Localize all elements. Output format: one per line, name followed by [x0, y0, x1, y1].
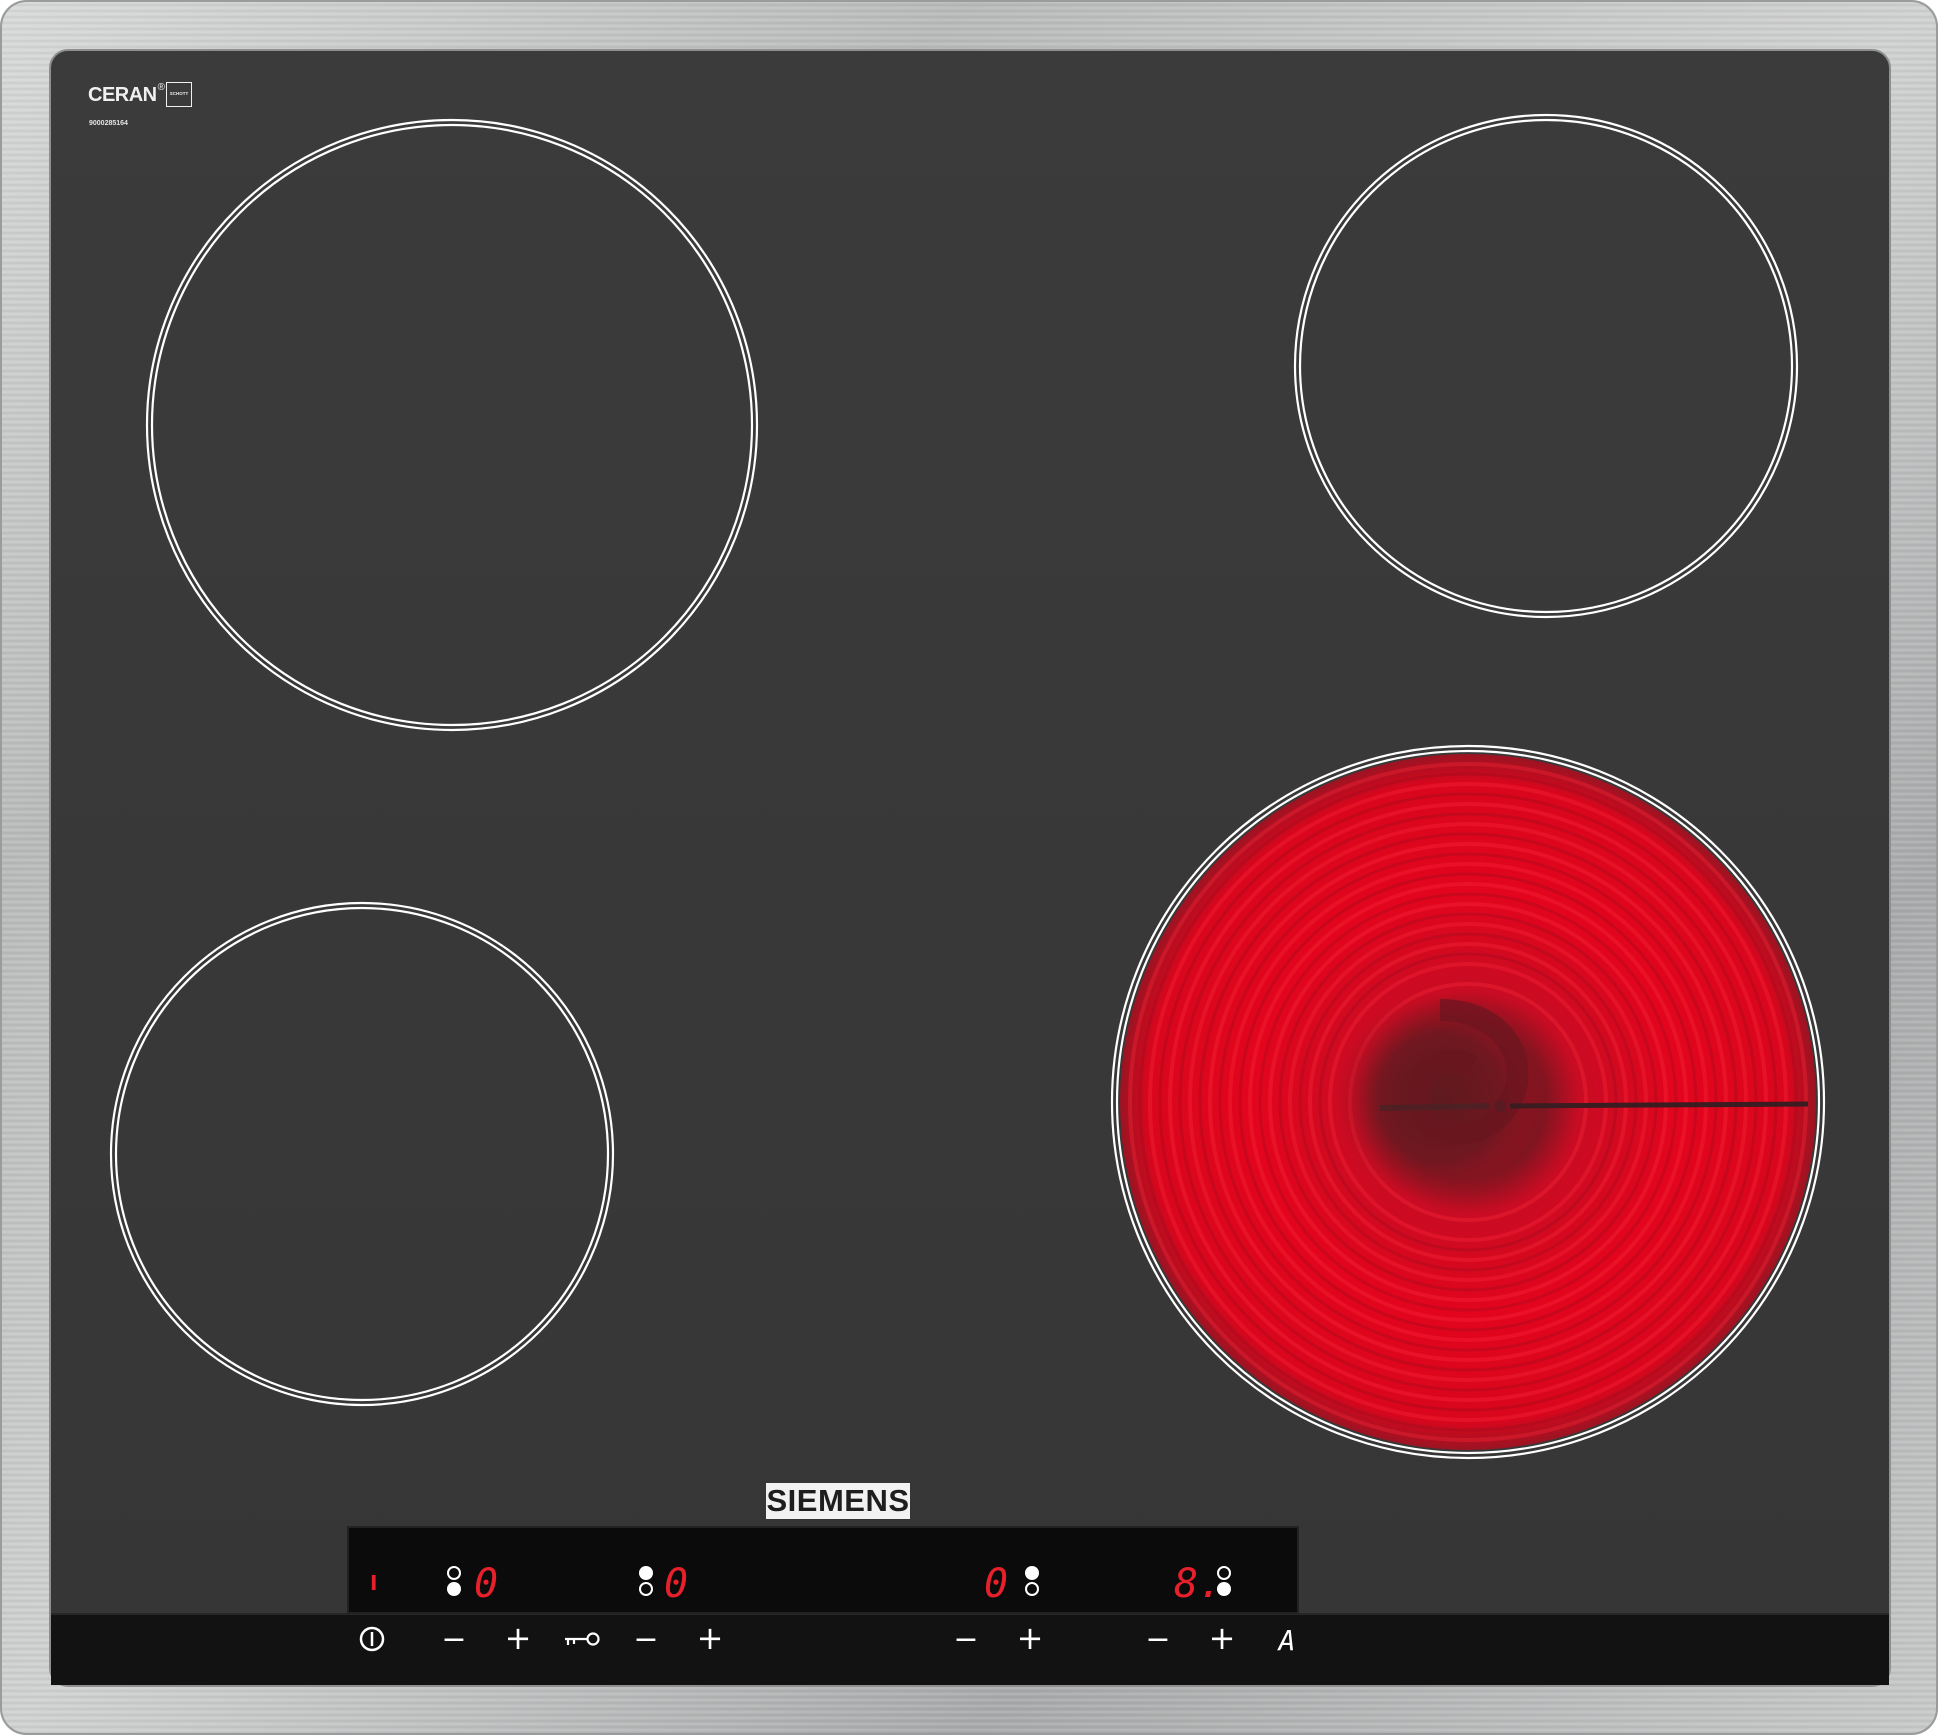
- zone-1-plus-button[interactable]: +: [505, 1619, 532, 1657]
- zone-4-power-level: 8.: [1174, 1561, 1222, 1607]
- schott-badge-label: SCHOTT: [169, 91, 189, 96]
- main-switch-indicator: I: [370, 1571, 377, 1595]
- registered-mark: ®: [157, 82, 165, 93]
- auto-boost-button[interactable]: A: [1277, 1624, 1296, 1657]
- zone-2-power-level: 0: [664, 1561, 688, 1607]
- cooktop-scene: I 0 0 0 8. − + − + − + − + A: [0, 0, 1938, 1735]
- ceran-wordmark: CERAN: [88, 84, 157, 106]
- zone-3-minus-button[interactable]: −: [953, 1622, 978, 1657]
- zone-4-minus-button[interactable]: −: [1145, 1622, 1170, 1657]
- schott-badge-icon: SCHOTT: [166, 82, 192, 107]
- zone-1-minus-button[interactable]: −: [441, 1622, 466, 1657]
- zone-4-plus-button[interactable]: +: [1209, 1619, 1236, 1657]
- zone-2-minus-button[interactable]: −: [633, 1622, 658, 1657]
- zone-3-power-level: 0: [984, 1561, 1008, 1607]
- ceran-logo: CERAN ® SCHOTT: [88, 80, 192, 114]
- siemens-logo: SIEMENS: [766, 1483, 910, 1519]
- zone-3-plus-button[interactable]: +: [1017, 1619, 1044, 1657]
- zone-1-power-level: 0: [474, 1561, 498, 1607]
- zone-2-plus-button[interactable]: +: [697, 1619, 724, 1657]
- serial-number: 9000285164: [89, 120, 128, 127]
- heating-core: [1335, 993, 1545, 1203]
